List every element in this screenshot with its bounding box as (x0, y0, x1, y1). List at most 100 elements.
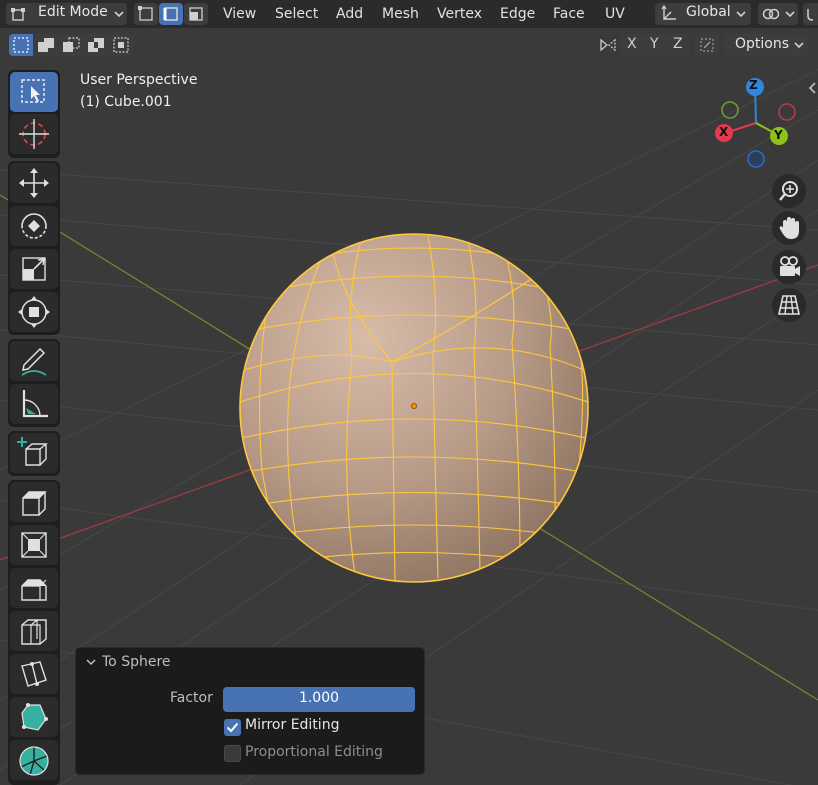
zoom-icon (779, 181, 798, 201)
tool-settings-row: X Y Z Options (0, 31, 818, 59)
transform-orientation-dropdown[interactable]: Global (655, 3, 751, 25)
edge-select-mode-button[interactable] (159, 3, 183, 25)
menu-uv[interactable]: UV (605, 4, 625, 24)
chevron-down-icon (785, 11, 795, 18)
menu-mesh[interactable]: Mesh (382, 4, 419, 24)
scale-icon (22, 257, 46, 281)
gizmo-z-label: Z (749, 78, 758, 92)
pan-button[interactable] (772, 211, 806, 245)
mirror-editing-checkbox[interactable] (224, 719, 241, 736)
inset-faces-tool[interactable] (10, 525, 58, 565)
move-icon (19, 168, 49, 198)
mode-label: Edit Mode (38, 4, 108, 20)
spin-tool[interactable] (10, 740, 58, 780)
pencil-icon (21, 347, 47, 376)
measure-tool[interactable] (10, 384, 58, 424)
knife-tool[interactable] (10, 654, 58, 694)
sphere-mesh[interactable] (239, 233, 589, 583)
transform-tool[interactable] (10, 292, 58, 332)
magnet-icon (807, 9, 814, 21)
menu-face[interactable]: Face (553, 4, 585, 24)
bevel-tool[interactable] (10, 568, 58, 608)
grid-icon (778, 295, 800, 315)
cursor-crosshair-icon (19, 119, 49, 149)
select-intersect-icon (113, 37, 129, 53)
cursor-tool[interactable] (10, 114, 58, 154)
select-intersect-button[interactable] (109, 34, 133, 56)
menu-vertex[interactable]: Vertex (437, 4, 482, 24)
snap-toggle-button[interactable] (803, 3, 818, 25)
select-new-icon (13, 37, 29, 53)
options-label: Options (735, 36, 790, 52)
select-difference-button[interactable] (84, 34, 108, 56)
zoom-button[interactable] (772, 174, 806, 208)
operator-panel-header[interactable]: To Sphere (76, 648, 424, 676)
vertex-select-mode-button[interactable] (134, 3, 158, 25)
object-label: (1) Cube.001 (80, 94, 172, 110)
chevron-down-icon (114, 11, 124, 18)
menu-edge[interactable]: Edge (500, 4, 535, 24)
camera-view-button[interactable] (772, 250, 806, 284)
edge-select-icon (163, 7, 178, 21)
factor-slider[interactable]: 1.000 (223, 687, 415, 712)
menu-add[interactable]: Add (336, 4, 363, 24)
extrude-region-tool[interactable] (10, 482, 58, 522)
menu-view[interactable]: View (223, 4, 256, 24)
proportional-editing-checkbox[interactable] (224, 745, 241, 762)
link-icon (762, 8, 780, 20)
bevel-icon (21, 579, 47, 601)
poly-build-icon (21, 703, 48, 731)
select-new-button[interactable] (9, 34, 33, 56)
mirror-x-toggle[interactable]: X (621, 34, 643, 56)
mirror-axis-icon (600, 38, 616, 52)
options-dropdown[interactable]: Options (725, 34, 809, 56)
ruler-icon (22, 390, 48, 418)
transform-icon (18, 296, 50, 328)
toggle-perspective-button[interactable] (772, 288, 806, 322)
select-extend-icon (38, 38, 54, 52)
hand-icon (779, 217, 799, 239)
chevron-down-icon (794, 42, 804, 49)
select-box-tool[interactable] (10, 72, 58, 112)
orientation-axes-icon (661, 4, 676, 20)
perspective-label: User Perspective (80, 72, 198, 88)
mirror-z-label: Z (673, 36, 683, 52)
extrude-icon (22, 491, 47, 516)
loop-cut-icon (21, 619, 47, 645)
camera-icon (780, 256, 800, 276)
add-cube-tool[interactable] (10, 433, 58, 473)
add-cube-icon (17, 437, 48, 466)
gizmo-y-label: Y (774, 128, 783, 142)
chevron-down-icon (736, 11, 746, 18)
inset-icon (21, 532, 47, 558)
select-extend-button[interactable] (34, 34, 58, 56)
select-subtract-button[interactable] (59, 34, 83, 56)
rotate-icon (21, 213, 47, 239)
loop-cut-tool[interactable] (10, 611, 58, 651)
auto-merge-icon (700, 38, 714, 52)
operator-panel: To Sphere Factor 1.000 Mirror Editing Pr… (75, 647, 425, 775)
chevron-down-icon (86, 659, 96, 666)
sidebar-toggle[interactable] (806, 80, 818, 96)
rotate-tool[interactable] (10, 206, 58, 246)
scale-tool[interactable] (10, 249, 58, 289)
origin-point (411, 403, 417, 409)
mirror-x-label: X (627, 36, 637, 52)
move-tool[interactable] (10, 163, 58, 203)
poly-build-tool[interactable] (10, 697, 58, 737)
gizmo-x-label: X (719, 125, 729, 139)
vertex-select-icon (138, 6, 153, 21)
edit-mode-icon (11, 8, 25, 21)
annotate-tool[interactable] (10, 341, 58, 381)
knife-icon (21, 661, 47, 687)
menu-select[interactable]: Select (275, 4, 318, 24)
chevron-left-icon (808, 82, 816, 94)
mode-dropdown[interactable]: Edit Mode (6, 3, 127, 25)
pivot-point-dropdown[interactable] (758, 3, 798, 25)
mirror-y-toggle[interactable]: Y (644, 34, 666, 56)
mirror-z-toggle[interactable]: Z (667, 34, 689, 56)
auto-merge-button[interactable] (695, 34, 719, 56)
face-select-mode-button[interactable] (184, 3, 208, 25)
select-difference-icon (88, 38, 104, 52)
factor-label: Factor (170, 690, 213, 706)
